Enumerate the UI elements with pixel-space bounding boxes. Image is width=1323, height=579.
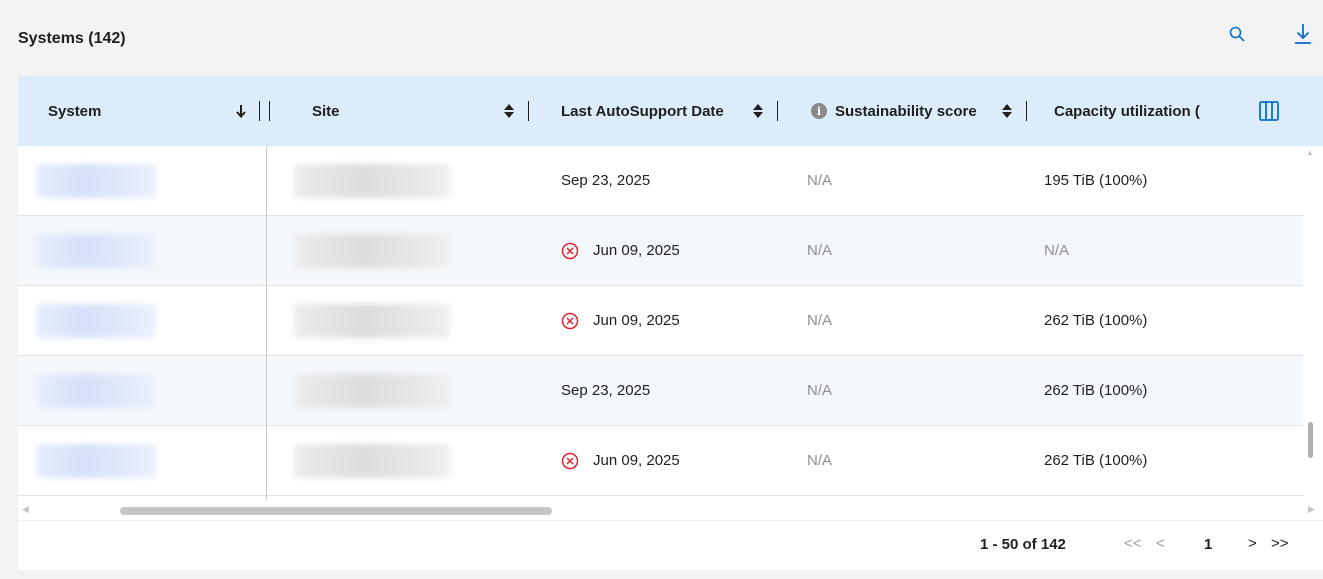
column-separator[interactable] — [1026, 101, 1027, 121]
scroll-left-arrow-icon[interactable]: ◀ — [22, 504, 29, 515]
info-icon[interactable]: i — [811, 103, 827, 119]
column-header-system[interactable]: System — [48, 76, 101, 146]
next-page-button[interactable]: > — [1248, 535, 1257, 552]
sort-icon[interactable] — [502, 102, 516, 120]
sustainability-score: N/A — [807, 242, 833, 259]
last-autosupport-date: Jun 09, 2025 — [593, 312, 680, 329]
capacity-utilization: 262 TiB (100%) — [1044, 382, 1148, 399]
last-autosupport-cell: Jun 09, 2025 — [561, 426, 680, 495]
last-autosupport-date: Sep 23, 2025 — [561, 172, 651, 189]
column-separator[interactable] — [528, 101, 529, 121]
table-row[interactable]: Jun 09, 2025 N/A 262 TiB (100%) — [18, 426, 1303, 496]
first-page-button[interactable]: << — [1124, 535, 1142, 552]
last-autosupport-date: Jun 09, 2025 — [593, 242, 680, 259]
redacted-site-name — [294, 164, 450, 198]
page-range: 1 - 50 of 142 — [980, 536, 1066, 553]
column-separator[interactable] — [259, 101, 260, 121]
redacted-system-name — [36, 374, 156, 408]
frozen-column-divider — [266, 146, 267, 504]
sort-icon[interactable] — [1000, 102, 1014, 120]
table-row[interactable]: Jun 09, 2025 N/A 262 TiB (100%) — [18, 286, 1303, 356]
error-circle-icon — [561, 312, 579, 330]
sustainability-score: N/A — [807, 452, 833, 469]
search-icon — [1229, 26, 1245, 42]
redacted-site-name — [294, 234, 450, 268]
capacity-utilization: 262 TiB (100%) — [1044, 312, 1148, 329]
horizontal-scrollbar[interactable]: ◀ ▶ — [18, 500, 1323, 520]
table-row[interactable]: Sep 23, 2025 N/A 195 TiB (100%) — [18, 146, 1303, 216]
sort-icon[interactable] — [751, 102, 765, 120]
column-header-last-autosupport-date[interactable]: Last AutoSupport Date — [561, 76, 724, 146]
redacted-system-name — [36, 444, 156, 478]
current-page: 1 — [1204, 536, 1213, 553]
previous-page-button[interactable]: < — [1156, 535, 1165, 552]
table-header: System Site Last AutoSupport Date i Sust… — [18, 76, 1323, 146]
download-icon — [1295, 24, 1311, 44]
last-autosupport-cell: Jun 09, 2025 — [561, 286, 680, 355]
vertical-scrollbar-thumb[interactable] — [1308, 422, 1313, 458]
column-separator[interactable] — [269, 101, 270, 121]
pagination-bar: 1 - 50 of 142 << < 1 > >> — [18, 520, 1323, 570]
last-page-button[interactable]: >> — [1271, 535, 1289, 552]
systems-table: System Site Last AutoSupport Date i Sust… — [18, 76, 1323, 520]
column-header-capacity-utilization[interactable]: Capacity utilization ( — [1054, 76, 1200, 146]
sustainability-score: N/A — [807, 312, 833, 329]
redacted-system-name — [36, 304, 156, 338]
table-body: Sep 23, 2025 N/A 195 TiB (100%) Jun 09, … — [18, 146, 1303, 496]
search-button[interactable] — [1223, 20, 1251, 48]
column-header-site[interactable]: Site — [312, 76, 340, 146]
capacity-utilization: N/A — [1044, 242, 1070, 259]
capacity-utilization: 262 TiB (100%) — [1044, 452, 1148, 469]
redacted-site-name — [294, 374, 450, 408]
redacted-site-name — [294, 444, 450, 478]
column-separator[interactable] — [777, 101, 778, 121]
capacity-utilization: 195 TiB (100%) — [1044, 172, 1148, 189]
horizontal-scrollbar-thumb[interactable] — [120, 507, 552, 515]
last-autosupport-cell: Jun 09, 2025 — [561, 216, 680, 285]
redacted-system-name — [36, 234, 156, 268]
panel-header: Systems (142) — [18, 0, 1323, 76]
redacted-system-name — [36, 164, 156, 198]
systems-panel: Systems (142) System Site Last AutoSuppo… — [18, 0, 1323, 579]
scroll-right-arrow-icon[interactable]: ▶ — [1308, 504, 1315, 515]
error-circle-icon — [561, 452, 579, 470]
sustainability-score: N/A — [807, 172, 833, 189]
last-autosupport-date: Sep 23, 2025 — [561, 382, 651, 399]
vertical-scrollbar[interactable] — [1303, 146, 1323, 496]
error-circle-icon — [561, 242, 579, 260]
download-button[interactable] — [1289, 20, 1317, 48]
sustainability-score: N/A — [807, 382, 833, 399]
column-header-sustainability-score[interactable]: i Sustainability score — [811, 76, 977, 146]
table-row[interactable]: Sep 23, 2025 N/A 262 TiB (100%) — [18, 356, 1303, 426]
table-row[interactable]: Jun 09, 2025 N/A N/A — [18, 216, 1303, 286]
last-autosupport-date: Jun 09, 2025 — [593, 452, 680, 469]
scroll-up-arrow-icon[interactable]: ▲ — [1306, 148, 1314, 157]
panel-title: Systems (142) — [18, 30, 126, 47]
redacted-site-name — [294, 304, 450, 338]
sort-descending-icon[interactable] — [234, 102, 248, 120]
columns-icon[interactable] — [1256, 98, 1282, 124]
